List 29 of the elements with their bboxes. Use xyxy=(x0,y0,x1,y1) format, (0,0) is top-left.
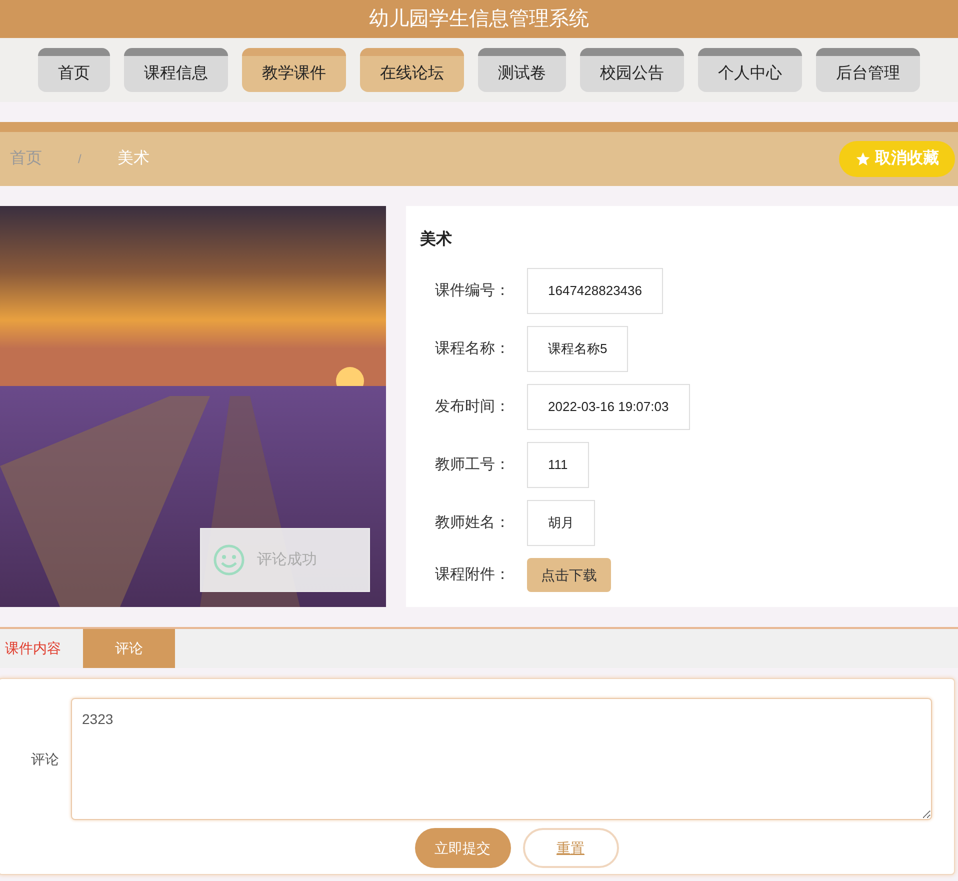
field-label: 教师工号： xyxy=(435,454,511,475)
field-label: 课件编号： xyxy=(435,280,511,301)
field-value: 111 xyxy=(527,442,589,488)
nav-tab[interactable]: 教学课件 xyxy=(242,48,346,92)
breadcrumb-separator: / xyxy=(78,151,82,168)
field-label: 发布时间： xyxy=(435,396,511,417)
toast-message: 评论成功 xyxy=(257,550,317,570)
field-value: 1647428823436 xyxy=(527,268,663,314)
detail-title: 美术 xyxy=(420,229,453,250)
field-value: 2022-03-16 19:07:03 xyxy=(527,384,690,430)
nav-tab[interactable]: 个人中心 xyxy=(698,48,802,92)
nav-tab[interactable]: 课程信息 xyxy=(124,48,228,92)
field-label: 课程附件： xyxy=(435,564,511,585)
field-value: 胡月 xyxy=(527,500,595,546)
site-title: 幼儿园学生信息管理系统 xyxy=(369,7,589,32)
smiley-icon xyxy=(213,544,245,576)
content-tab[interactable]: 课件内容 xyxy=(0,629,83,668)
nav-tab[interactable]: 首页 xyxy=(38,48,110,92)
download-button[interactable]: 点击下载 xyxy=(527,558,611,592)
star-icon xyxy=(855,151,871,167)
comment-field[interactable]: 2323 xyxy=(71,698,932,820)
nav-tab[interactable]: 测试卷 xyxy=(478,48,566,92)
nav-tab[interactable]: 后台管理 xyxy=(816,48,920,92)
field-label: 课程名称： xyxy=(435,338,511,359)
field-value: 课程名称5 xyxy=(527,326,628,372)
field-label: 教师姓名： xyxy=(435,512,511,533)
nav-tab[interactable]: 在线论坛 xyxy=(360,48,464,92)
nav-tab[interactable]: 校园公告 xyxy=(580,48,684,92)
comment-label: 评论 xyxy=(30,750,60,768)
